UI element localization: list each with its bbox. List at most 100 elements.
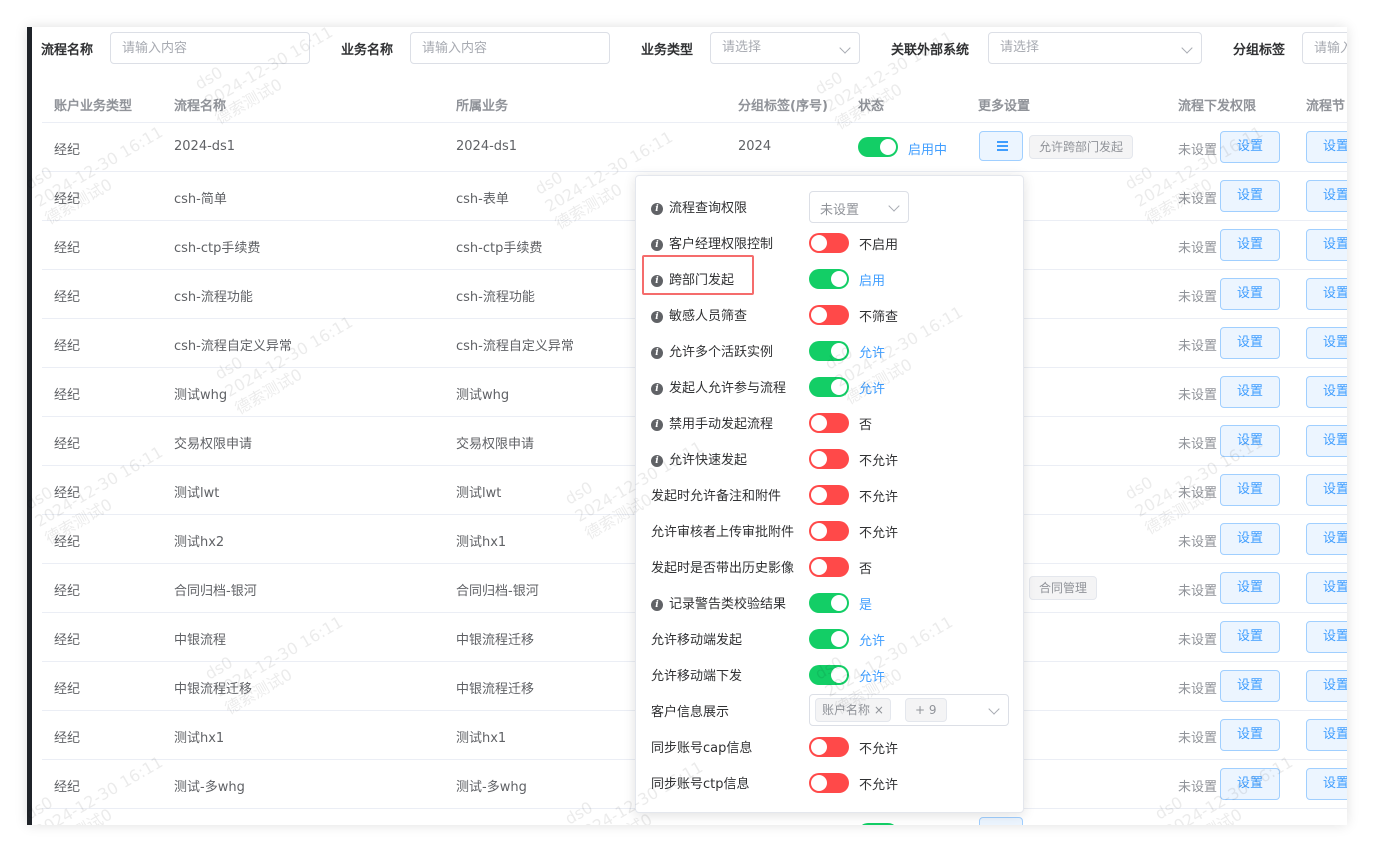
dispatch-set-button[interactable]: 设置 — [1220, 670, 1280, 702]
col-group-tag[interactable]: 分组标签(序号) — [738, 95, 828, 114]
group-tag-input[interactable] — [1302, 32, 1347, 64]
info-icon[interactable]: i — [651, 347, 663, 359]
setting-switch[interactable] — [809, 521, 849, 541]
menu-icon-button[interactable] — [979, 131, 1023, 161]
col-status[interactable]: 状态 — [858, 95, 884, 114]
process-name-input[interactable] — [110, 32, 310, 64]
filter-business-name-label: 业务名称 — [341, 43, 394, 58]
col-process-name[interactable]: 流程名称 — [174, 95, 226, 114]
setting-switch[interactable] — [809, 629, 849, 649]
setting-label: i 允许快速发起 — [651, 449, 747, 468]
setting-switch[interactable] — [809, 269, 849, 289]
setting-switch[interactable] — [809, 305, 849, 325]
business-type-select[interactable]: 请选择 — [710, 32, 860, 64]
setting-switch[interactable] — [809, 233, 849, 253]
dispatch-set-button[interactable]: 设置 — [1220, 621, 1280, 653]
sync-cap-row: 同步账号cap信息 不允许 — [636, 728, 1025, 764]
customer-info-select[interactable]: 账户名称 × + 9 — [809, 694, 1009, 726]
dispatch-set-button[interactable]: 设置 — [1220, 572, 1280, 604]
dispatch-perm-text: 未设置 — [1178, 633, 1218, 648]
node-set-button[interactable]: 设置 — [1306, 719, 1347, 751]
cell-account-type: 经纪 — [54, 535, 81, 550]
sync-ctp-row: 同步账号ctp信息 不允许 — [636, 764, 1025, 800]
status-switch[interactable] — [858, 823, 898, 825]
node-set-button[interactable]: 设置 — [1306, 131, 1347, 163]
dispatch-set-button[interactable]: 设置 — [1220, 180, 1280, 212]
setting-label-text: 允许移动端下发 — [651, 669, 743, 684]
node-set-button[interactable]: 设置 — [1306, 278, 1347, 310]
node-set-button[interactable]: 设置 — [1306, 572, 1347, 604]
node-set-button[interactable]: 设置 — [1306, 425, 1347, 457]
setting-label: 允许移动端发起 — [651, 629, 742, 648]
dispatch-set-button[interactable]: 设置 — [1220, 131, 1280, 163]
col-business[interactable]: 所属业务 — [456, 95, 508, 114]
sync-cap-switch[interactable] — [809, 737, 849, 757]
setting-state: 不允许 — [859, 526, 899, 541]
info-icon[interactable]: i — [651, 203, 663, 215]
setting-switch[interactable] — [809, 557, 849, 577]
dispatch-set-button[interactable]: 设置 — [1220, 376, 1280, 408]
dispatch-perm-text: 未设置 — [1178, 192, 1218, 207]
filter-business-type-label: 业务类型 — [641, 43, 694, 58]
dispatch-set-button[interactable]: 设置 — [1220, 278, 1280, 310]
chevron-down-icon — [988, 703, 1000, 715]
sync-ctp-switch[interactable] — [809, 773, 849, 793]
setting-row: 发起时允许备注和附件 不允许 — [636, 476, 1025, 512]
dispatch-perm-text: 未设置 — [1178, 486, 1218, 501]
info-icon[interactable]: i — [651, 599, 663, 611]
info-icon[interactable]: i — [651, 239, 663, 251]
setting-switch[interactable] — [809, 593, 849, 613]
status-switch[interactable] — [858, 137, 898, 157]
cell-business: 测试-多whg — [456, 780, 527, 795]
setting-switch[interactable] — [809, 341, 849, 361]
query-perm-row: i 流程查询权限 未设置 — [636, 188, 1025, 224]
external-system-select[interactable]: 请选择 — [988, 32, 1202, 64]
setting-state: 允许 — [859, 670, 886, 685]
dispatch-set-button[interactable]: 设置 — [1220, 327, 1280, 359]
dispatch-set-button[interactable]: 设置 — [1220, 229, 1280, 261]
col-account-type[interactable]: 账户业务类型 — [54, 95, 132, 114]
node-set-button[interactable]: 设置 — [1306, 474, 1347, 506]
cell-process-name: 测试lwt — [174, 486, 220, 501]
close-icon[interactable]: × — [874, 703, 884, 717]
setting-switch[interactable] — [809, 449, 849, 469]
info-icon[interactable]: i — [651, 383, 663, 395]
setting-row: 允许移动端发起 允许 — [636, 620, 1025, 656]
info-icon[interactable]: i — [651, 311, 663, 323]
setting-row: i 发起人允许参与流程 允许 — [636, 368, 1025, 404]
dispatch-set-button[interactable]: 设置 — [1220, 719, 1280, 751]
cell-process-name: 中银流程迁移 — [174, 682, 253, 697]
info-icon[interactable]: i — [651, 455, 663, 467]
col-process-node[interactable]: 流程节 — [1306, 95, 1345, 114]
node-set-button[interactable]: 设置 — [1306, 523, 1347, 555]
node-set-button[interactable]: 设置 — [1306, 768, 1347, 800]
dispatch-perm-text: 未设置 — [1178, 584, 1218, 599]
setting-state: 不允许 — [859, 490, 899, 505]
setting-switch[interactable] — [809, 485, 849, 505]
node-set-button[interactable]: 设置 — [1306, 621, 1347, 653]
node-set-button[interactable]: 设置 — [1306, 327, 1347, 359]
node-set-button[interactable]: 设置 — [1306, 229, 1347, 261]
query-perm-select[interactable]: 未设置 — [809, 191, 909, 223]
menu-icon-button[interactable] — [979, 817, 1023, 825]
node-set-button[interactable]: 设置 — [1306, 376, 1347, 408]
setting-switch[interactable] — [809, 413, 849, 433]
col-more-settings[interactable]: 更多设置 — [978, 95, 1030, 114]
setting-label-text: 允许审核者上传审批附件 — [651, 525, 795, 540]
col-dispatch-perm[interactable]: 流程下发权限 — [1178, 95, 1256, 114]
node-set-button[interactable]: 设置 — [1306, 180, 1347, 212]
setting-switch[interactable] — [809, 377, 849, 397]
info-icon[interactable]: i — [651, 419, 663, 431]
dispatch-set-button[interactable]: 设置 — [1220, 768, 1280, 800]
setting-label-text: 敏感人员筛查 — [669, 309, 748, 324]
cell-business: 中银流程迁移 — [456, 682, 535, 697]
node-set-button[interactable]: 设置 — [1306, 670, 1347, 702]
setting-switch[interactable] — [809, 665, 849, 685]
cross-dept-highlight-box — [642, 255, 754, 295]
business-name-input[interactable] — [410, 32, 610, 64]
dispatch-set-button[interactable]: 设置 — [1220, 523, 1280, 555]
dispatch-set-button[interactable]: 设置 — [1220, 474, 1280, 506]
app-frame: 流程名称 业务名称 业务类型 请选择 关联外部系统 请选择 分组标签 账户业务类… — [27, 27, 1347, 825]
dispatch-set-button[interactable]: 设置 — [1220, 425, 1280, 457]
filter-group-tag-label: 分组标签 — [1233, 43, 1286, 58]
